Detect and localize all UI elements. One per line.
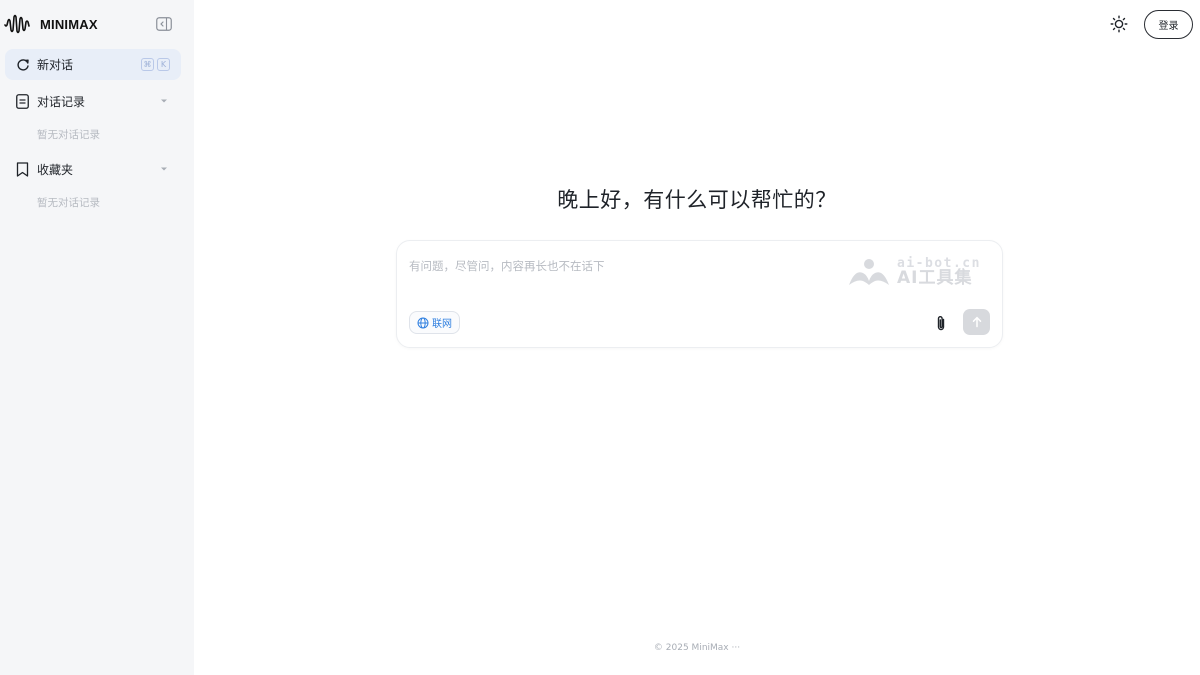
web-search-label: 联网 xyxy=(432,319,452,330)
chevron-down-icon[interactable] xyxy=(160,98,168,104)
sidebar-item-favorites[interactable]: 收藏夹 xyxy=(5,154,181,184)
favorites-empty-note: 暂无对话记录 xyxy=(37,197,100,209)
paperclip-icon xyxy=(937,315,945,330)
watermark-logo-icon xyxy=(849,259,889,285)
send-button[interactable] xyxy=(963,309,990,335)
chat-input-box: ai-bot.cn AI工具集 联网 xyxy=(396,240,1003,348)
greeting-title: 晚上好，有什么可以帮忙的？ xyxy=(557,188,837,212)
favorites-label: 收藏夹 xyxy=(37,162,74,177)
brand-name: MINIMAX xyxy=(40,16,98,32)
footer-copyright: © 2025 MiniMax ··· xyxy=(653,643,741,653)
web-search-toggle[interactable]: 联网 xyxy=(409,311,460,334)
document-icon xyxy=(16,93,29,109)
brand[interactable]: MINIMAX xyxy=(4,12,98,36)
watermark-text: ai-bot.cn AI工具集 xyxy=(897,257,981,287)
chevron-down-icon[interactable] xyxy=(160,166,168,172)
sidebar-collapse-button[interactable] xyxy=(155,16,173,32)
theme-toggle-button[interactable] xyxy=(1109,14,1129,34)
shortcut-hint: ⌘ K xyxy=(141,58,170,71)
attach-button[interactable] xyxy=(931,313,951,333)
globe-icon xyxy=(417,317,429,328)
new-chat-label: 新对话 xyxy=(37,58,74,72)
refresh-chat-icon xyxy=(17,58,29,71)
history-label: 对话记录 xyxy=(37,94,86,109)
waveform-logo-icon xyxy=(4,14,30,34)
new-chat-button[interactable]: 新对话 ⌘ K xyxy=(5,49,181,80)
bookmark-icon xyxy=(16,161,29,177)
sun-icon xyxy=(1110,15,1128,33)
chat-input[interactable] xyxy=(409,255,829,277)
sidebar-item-history[interactable]: 对话记录 xyxy=(5,86,181,116)
history-empty-note: 暂无对话记录 xyxy=(37,129,100,141)
arrow-up-icon xyxy=(972,316,981,328)
watermark: ai-bot.cn AI工具集 xyxy=(847,255,987,289)
main-panel: 登录 晚上好，有什么可以帮忙的？ ai-bot.cn AI工具集 xyxy=(194,0,1200,675)
shortcut-key-k: K xyxy=(157,58,170,71)
sidebar-collapse-icon xyxy=(156,17,172,31)
login-button[interactable]: 登录 xyxy=(1144,10,1193,39)
sidebar: MINIMAX 新对话 ⌘ K 对话记录 暂无对话记录 收藏夹 暂无对话记录 xyxy=(0,0,194,675)
shortcut-key-cmd: ⌘ xyxy=(141,58,154,71)
watermark-title: AI工具集 xyxy=(897,268,973,288)
app-root: MINIMAX 新对话 ⌘ K 对话记录 暂无对话记录 收藏夹 暂无对话记录 登… xyxy=(0,0,1200,675)
